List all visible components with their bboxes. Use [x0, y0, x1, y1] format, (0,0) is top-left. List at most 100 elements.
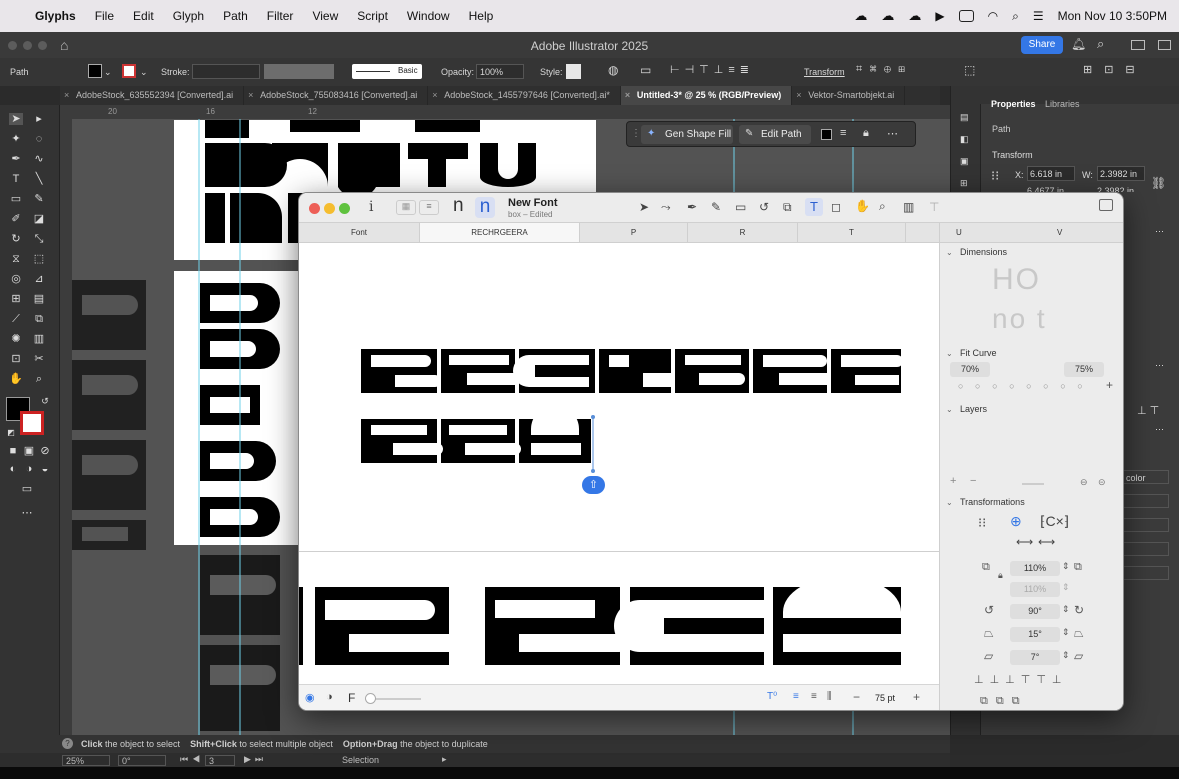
spotlight-search-icon[interactable]: ⌕: [1012, 9, 1019, 24]
close-tab-icon[interactable]: ×: [248, 90, 253, 100]
artboard-tool-icon[interactable]: ⊡: [9, 353, 23, 365]
stroke-weight-field[interactable]: [192, 64, 260, 79]
cursor-info-icon[interactable]: ⇧: [582, 476, 605, 494]
decrease-size-button[interactable]: −: [853, 690, 860, 704]
glyphs-minimize-button[interactable]: [324, 203, 335, 214]
stroke-options-icon[interactable]: ≡: [840, 127, 846, 139]
paintbrush-tool-icon[interactable]: ✎: [32, 193, 46, 205]
menu-edit[interactable]: Edit: [133, 9, 154, 23]
appearance-field[interactable]: [1121, 566, 1169, 580]
remove-layer-button[interactable]: −: [970, 475, 976, 487]
scale-y-stepper[interactable]: ⇕: [1062, 582, 1070, 593]
tab-libraries[interactable]: Libraries: [1045, 99, 1080, 109]
scale-lock-icon[interactable]: 🔒︎: [998, 570, 1003, 581]
more-options-icon[interactable]: ⋯: [887, 127, 898, 140]
document-tab[interactable]: × AdobeStock_755083416 [Converted].ai: [244, 86, 429, 105]
shape-builder-tool-icon[interactable]: ◎: [9, 273, 23, 285]
skew-stepper[interactable]: ⇕: [1062, 650, 1070, 661]
default-colors-icon[interactable]: ◩: [4, 427, 18, 439]
free-transform-tool-icon[interactable]: ⬚: [32, 253, 46, 265]
swatches-panel-icon[interactable]: ⊞: [960, 178, 968, 189]
rotate-stepper[interactable]: ⇕: [1062, 604, 1070, 615]
rotate-cw-icon[interactable]: ↻: [1074, 603, 1084, 617]
width-tool-icon[interactable]: ⧖: [9, 253, 23, 265]
preview-background-icon[interactable]: ◑: [326, 691, 333, 703]
search-icon[interactable]: ⌕: [1097, 36, 1104, 52]
align-buttons[interactable]: ⊢⊣⊤⊥≡≣: [670, 63, 754, 76]
document-tab[interactable]: × AdobeStock_1455797646 [Converted].ai*: [428, 86, 621, 105]
more-options-icon[interactable]: ⋯: [1155, 360, 1164, 371]
play-icon[interactable]: ▶: [935, 9, 944, 23]
zoom-level-field[interactable]: 25%: [62, 755, 110, 766]
document-tab[interactable]: × AdobeStock_635552394 [Converted].ai: [60, 86, 245, 105]
panel-options-icons[interactable]: ⊞⊡⊟: [1083, 63, 1147, 76]
pencil-tool-icon[interactable]: ✎: [711, 200, 721, 214]
align-to-icon[interactable]: ▭: [640, 63, 651, 77]
lasso-tool-icon[interactable]: ◌: [32, 133, 46, 145]
menu-help[interactable]: Help: [469, 9, 494, 23]
fill-swatch[interactable]: [88, 64, 102, 78]
primitives-tool-icon[interactable]: ▭: [735, 200, 746, 214]
vertical-text-icon[interactable]: ⫼: [827, 691, 832, 702]
layer-actions-icon[interactable]: ⊝: [1098, 477, 1106, 488]
rectangle-tool-icon[interactable]: ▭: [9, 193, 23, 205]
mirror-vertical-icon[interactable]: ⟷: [1038, 535, 1055, 549]
share-button[interactable]: Share: [1021, 36, 1063, 54]
add-layer-button[interactable]: +: [950, 475, 956, 487]
constrain-proportions-icon[interactable]: ⛓: [1151, 176, 1166, 190]
rotate-field[interactable]: 90°: [1010, 604, 1060, 619]
workspace-icon[interactable]: [1158, 40, 1171, 50]
measurement-tool-icon[interactable]: ▥: [903, 200, 914, 214]
transform-origin-selection-icon[interactable]: ⁅C×⁆: [1040, 513, 1069, 530]
chevron-down-icon[interactable]: ⌄: [946, 405, 953, 414]
text-tool-icon[interactable]: T: [805, 198, 823, 216]
width-field[interactable]: 2.3982 in: [1097, 166, 1145, 181]
layers-resize-handle[interactable]: [1022, 483, 1044, 485]
libraries-panel-icon[interactable]: ▣: [960, 156, 969, 167]
align-icon[interactable]: ⊥ ⊤: [1137, 404, 1159, 417]
skew-left-icon[interactable]: ▱: [984, 649, 993, 663]
scale-tool-icon[interactable]: ⤡: [32, 233, 46, 245]
scale-x-stepper[interactable]: ⇕: [1062, 561, 1070, 572]
recolor-field[interactable]: color: [1121, 470, 1169, 484]
blend-tool-icon[interactable]: ⧉: [32, 313, 46, 325]
fit-curve-header[interactable]: Fit Curve: [960, 348, 997, 358]
menu-window[interactable]: Window: [407, 9, 450, 23]
slice-tool-icon[interactable]: ✂: [32, 353, 46, 365]
menu-path[interactable]: Path: [223, 9, 248, 23]
tab-properties[interactable]: Properties: [991, 99, 1036, 109]
layers-header[interactable]: Layers: [960, 404, 987, 414]
slant-right-icon[interactable]: ⏢: [1074, 626, 1084, 641]
transform-origin-grid-icon[interactable]: ⁝⁝: [978, 515, 986, 531]
menubar-datetime[interactable]: Mon Nov 10 3:50PM: [1058, 9, 1167, 23]
scale-up-icon[interactable]: ⧉: [1074, 561, 1082, 574]
menu-app-name[interactable]: Glyphs: [35, 9, 76, 23]
align-right-icon[interactable]: ≡: [811, 691, 817, 702]
grid-view-icon[interactable]: ▦: [396, 200, 416, 215]
mirror-horizontal-icon[interactable]: ⟷: [1016, 535, 1033, 549]
preview-eye-icon[interactable]: ◉: [305, 691, 315, 704]
fit-curve-max-field[interactable]: 75%: [1064, 362, 1104, 377]
kerning-mode-icon[interactable]: T⁰: [767, 691, 777, 702]
perspective-grid-tool-icon[interactable]: ⊿: [32, 273, 46, 285]
chevron-down-icon[interactable]: ⌄: [946, 349, 953, 358]
glyphs-zoom-button[interactable]: [339, 203, 350, 214]
hand-tool-icon[interactable]: ✋: [855, 199, 870, 213]
type-tool-icon[interactable]: T: [9, 173, 23, 185]
arrange-documents-icon[interactable]: [1131, 40, 1145, 50]
symbol-sprayer-tool-icon[interactable]: ✺: [9, 333, 23, 345]
cloud-sync-icon[interactable]: ☁: [881, 8, 894, 24]
zoom-tool-icon[interactable]: ⌕: [32, 373, 46, 385]
more-options-icon[interactable]: ⋯: [1155, 424, 1164, 435]
swap-fill-stroke-icon[interactable]: ↺: [38, 395, 52, 407]
eyedropper-tool-icon[interactable]: ⟋: [9, 313, 23, 325]
hand-tool-icon[interactable]: ✋: [9, 373, 23, 385]
draw-behind-icon[interactable]: ◑: [22, 463, 36, 475]
graphic-style-swatch[interactable]: [566, 64, 581, 79]
column-graph-tool-icon[interactable]: ▥: [32, 333, 46, 345]
scale-x-field[interactable]: 110%: [1010, 561, 1060, 576]
brush-definition[interactable]: Basic: [352, 64, 422, 79]
font-info-label[interactable]: F: [348, 691, 355, 705]
rotate-tool-icon[interactable]: ↻: [9, 233, 23, 245]
glyphs-close-button[interactable]: [309, 203, 320, 214]
